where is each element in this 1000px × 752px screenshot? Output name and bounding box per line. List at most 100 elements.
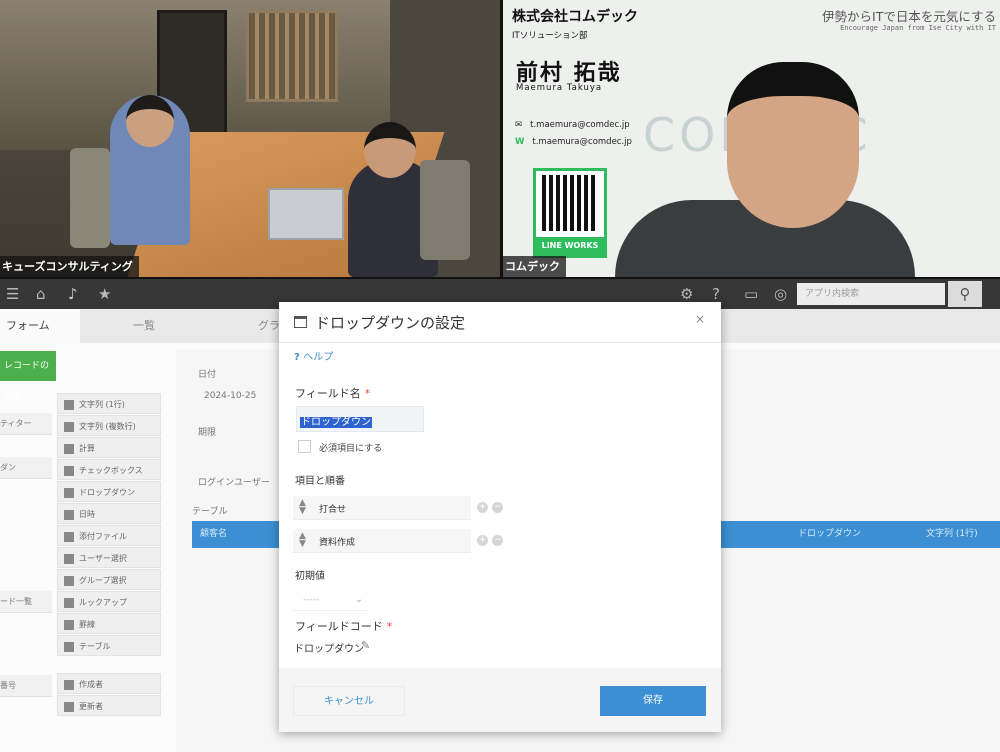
palette-item-label: チェックボックス: [79, 466, 143, 475]
home-icon[interactable]: ⌂: [36, 285, 46, 303]
gear-icon[interactable]: ⚙: [680, 285, 693, 303]
participant-name-label: コムデック: [503, 256, 566, 277]
palette-item-label: 文字列 (複数行): [79, 422, 136, 431]
items-label: 項目と順番: [295, 476, 345, 487]
form-icon: [294, 316, 307, 328]
chevron-down-icon: ⌄: [354, 594, 363, 605]
search-icon[interactable]: ⚲: [948, 281, 982, 307]
sidebar-left-item[interactable]: ティター: [0, 413, 52, 435]
palette-item-label: ドロップダウン: [79, 488, 135, 497]
palette-item[interactable]: ルックアップ: [57, 591, 161, 612]
drag-handle-icon[interactable]: ▲ ▼: [299, 532, 306, 549]
field-name-input[interactable]: ドロップダウン: [296, 406, 424, 432]
menu-icon[interactable]: ☰: [6, 285, 19, 303]
add-option-icon[interactable]: +: [477, 502, 488, 513]
user-icon[interactable]: ◎: [774, 285, 787, 303]
palette-item[interactable]: グループ選択: [57, 569, 161, 590]
palette-item-label: ルックアップ: [79, 598, 127, 607]
app-search-input[interactable]: アプリ内検索: [797, 283, 945, 305]
table-label: テーブル: [192, 507, 228, 517]
chair: [70, 148, 110, 248]
palette-item[interactable]: 罫線: [57, 613, 161, 634]
divider: [279, 342, 721, 343]
card-lineworks-id: t.maemura@comdec.jp: [532, 137, 632, 147]
palette-item-label: 文字列 (1行): [79, 400, 125, 409]
person-speaker-head: [727, 62, 859, 228]
help-link[interactable]: ? ヘルプ: [294, 348, 333, 363]
user-icon: [64, 701, 74, 712]
cancel-button[interactable]: キャンセル: [293, 686, 405, 716]
field-name-label-text: フィールド名: [295, 387, 361, 400]
palette-item[interactable]: 日時: [57, 503, 161, 524]
form-field-label: 期限: [198, 428, 217, 438]
card-name-romaji: Maemura Takuya: [516, 83, 603, 93]
palette-item-label: 罫線: [79, 620, 95, 629]
dropdown-settings-dialog: ドロップダウンの設定 × ? ヘルプ フィールド名 * ドロップダウン 必須項目に…: [279, 302, 721, 732]
user-icon: [64, 679, 74, 690]
group-icon: [64, 575, 74, 586]
document-icon[interactable]: ▭: [744, 285, 758, 303]
form-section-label: ログインユーザー: [198, 478, 270, 488]
add-option-icon[interactable]: +: [477, 535, 488, 546]
add-record-button[interactable]: レコードの追加: [0, 351, 56, 401]
video-tile-right: 株式会社コムデック ITソリューション部 前村 拓哉 Maemura Takuy…: [503, 0, 1000, 277]
card-company: 株式会社コムデック: [512, 9, 638, 25]
person-right-head: [364, 122, 416, 178]
palette-item-label: 日時: [79, 510, 95, 519]
palette-item-label: 添付ファイル: [79, 532, 127, 541]
table-header-cell: 顧客名: [200, 529, 228, 539]
palette-item[interactable]: 計算: [57, 437, 161, 458]
card-email-row: ✉ t.maemura@comdec.jp: [515, 120, 630, 130]
palette-item-label: 更新者: [79, 702, 103, 711]
lookup-icon: [64, 597, 74, 608]
option-input[interactable]: [319, 499, 467, 517]
text-icon: [64, 399, 74, 410]
palette-item[interactable]: 更新者: [57, 695, 161, 716]
person-left-head: [126, 95, 174, 147]
table-icon: [64, 641, 74, 652]
room-window: [246, 10, 338, 102]
palette-item[interactable]: チェックボックス: [57, 459, 161, 480]
qr-code: LINE WORKS: [533, 168, 607, 258]
field-code-label-text: フィールドコード: [295, 620, 383, 633]
save-button[interactable]: 保存: [600, 686, 706, 716]
palette-item-label: 計算: [79, 444, 95, 453]
drag-handle-icon[interactable]: ▲ ▼: [299, 499, 306, 516]
option-input[interactable]: [319, 532, 467, 550]
help-icon[interactable]: ?: [712, 285, 720, 303]
palette-item[interactable]: 文字列 (1行): [57, 393, 161, 414]
required-checkbox[interactable]: [298, 440, 311, 453]
palette-item[interactable]: テーブル: [57, 635, 161, 656]
star-icon[interactable]: ★: [98, 285, 111, 303]
field-name-label: フィールド名 *: [295, 385, 370, 401]
palette-item[interactable]: 作成者: [57, 673, 161, 694]
bell-icon[interactable]: ♪: [68, 285, 78, 303]
sidebar-left-item[interactable]: 番号: [0, 675, 52, 697]
palette-item[interactable]: 添付ファイル: [57, 525, 161, 546]
palette-item-label: テーブル: [79, 642, 111, 651]
table-header-cell: ドロップダウン: [798, 529, 862, 539]
palette-item[interactable]: ドロップダウン: [57, 481, 161, 502]
user-icon: [64, 553, 74, 564]
card-slogan: 伊勢からITで日本を元気にする: [822, 9, 996, 24]
remove-option-icon[interactable]: −: [492, 502, 503, 513]
help-link-label: ヘルプ: [303, 352, 334, 363]
dropdown-icon: [64, 487, 74, 498]
tab-list[interactable]: 一覧: [133, 309, 193, 343]
sidebar-left-item[interactable]: ード一覧: [0, 591, 52, 613]
form-field-value[interactable]: 2024-10-25: [204, 391, 256, 401]
participant-name-label: キューズコンサルティング: [0, 256, 139, 277]
remove-option-icon[interactable]: −: [492, 535, 503, 546]
laptop: [268, 188, 344, 240]
edit-pencil-icon[interactable]: ✎: [361, 639, 370, 652]
tab-form[interactable]: フォーム: [0, 309, 80, 343]
qr-code-image: [542, 175, 598, 231]
close-icon[interactable]: ×: [695, 312, 705, 326]
card-email: t.maemura@comdec.jp: [530, 120, 630, 130]
default-value-select[interactable]: ----- ⌄: [293, 589, 369, 611]
palette-item[interactable]: 文字列 (複数行): [57, 415, 161, 436]
sidebar-left-item[interactable]: ダン: [0, 457, 52, 479]
palette-item-label: ユーザー選択: [79, 554, 127, 563]
field-code-label: フィールドコード *: [295, 618, 392, 634]
palette-item[interactable]: ユーザー選択: [57, 547, 161, 568]
